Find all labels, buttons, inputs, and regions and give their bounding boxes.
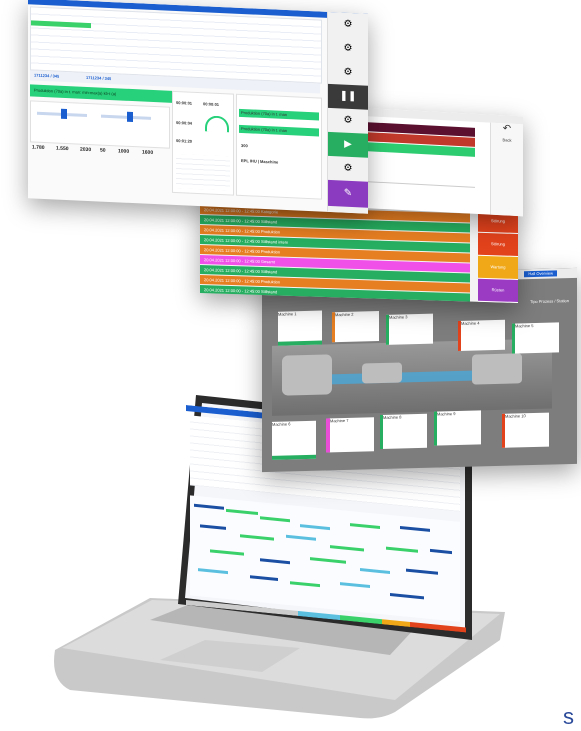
machine-card[interactable]: Machine 5 — [512, 322, 559, 354]
gantt-bar — [310, 557, 346, 564]
gantt-bar — [390, 593, 424, 600]
machine-card[interactable]: Machine 8 — [380, 413, 427, 450]
gantt-bar — [194, 503, 224, 510]
machine-block — [282, 354, 332, 396]
timer-value: 00:01:20 — [176, 138, 193, 144]
gantt-bar — [406, 568, 438, 575]
machine-card-label: Machine 6 — [272, 421, 291, 427]
gantt-bar — [290, 581, 320, 588]
stoerung-button-2[interactable]: Störung — [478, 232, 518, 256]
gantt-bar — [210, 549, 244, 556]
play-button[interactable]: ▶ — [328, 131, 368, 158]
gantt-bar — [200, 524, 226, 530]
stat-text: EPL IHU | Maschine — [241, 157, 279, 165]
pause-icon[interactable]: ❚❚ — [328, 83, 368, 110]
edit-button[interactable]: ✎ — [328, 179, 368, 208]
machine-card-label: Machine 4 — [461, 320, 480, 326]
machine-card-label: Machine 8 — [383, 414, 402, 420]
machine-card[interactable]: Machine 9 — [434, 410, 481, 446]
meter-value: 1600 — [142, 149, 154, 156]
slider-track[interactable] — [101, 114, 151, 120]
machine-card-label: Machine 7 — [330, 417, 349, 424]
gantt-bar — [340, 582, 370, 589]
meter-value: 50 — [100, 147, 106, 154]
gantt-bar — [198, 568, 228, 575]
gantt-bar — [330, 545, 364, 552]
laptop-gantt — [190, 495, 460, 622]
slider-thumb[interactable] — [127, 111, 133, 123]
meter-value: 1000 — [118, 148, 130, 155]
plant-legend: Tipo Prozess / Station — [530, 298, 569, 305]
status-banner: Produktion (70a) in t. man — [239, 124, 319, 137]
gantt-bar — [360, 568, 390, 575]
gantt-bar — [250, 575, 278, 582]
machine-card[interactable]: Machine 2 — [332, 311, 379, 343]
stat-value: 300 — [241, 142, 248, 149]
status-banner: Produktion (70a) in t. man — [239, 108, 319, 121]
machine-card[interactable]: Machine 1 — [278, 310, 322, 346]
gear-icon[interactable]: ⚙ — [328, 36, 368, 62]
factory-floor — [272, 338, 552, 416]
order-number-2: 1711234 / 345 — [86, 74, 112, 82]
back-label: Back — [502, 137, 512, 143]
meter-value: 1.550 — [56, 145, 69, 153]
meter-value: 1.780 — [32, 144, 45, 152]
machine-card[interactable]: Machine 10 — [502, 412, 549, 448]
timer-value: 00:00:04 — [176, 120, 193, 126]
event-side-buttons: Störung Störung Wartung Rüsten — [478, 209, 518, 303]
event-list-window: 20.04.2021 12:00:00 - 12:45:00 Kategorie… — [200, 201, 518, 303]
machine-card-label: Machine 10 — [505, 413, 526, 419]
machine-card-label: Machine 5 — [515, 323, 534, 329]
gauge-icon — [205, 115, 229, 133]
timeline-side: ↶ Back — [490, 122, 523, 217]
machine-card[interactable]: Machine 3 — [386, 313, 433, 345]
slider-panel — [30, 100, 170, 149]
settings-icon[interactable]: ⚙ — [328, 12, 368, 38]
event-rows: 20.04.2021 12:00:00 - 12:45:00 Kategorie… — [200, 205, 470, 303]
timer-panel: 00:00:01 00:00:01 00:00:04 00:01:20 — [172, 90, 234, 196]
product-collage: Hall Overview Tipo Prozess / Station Mac… — [0, 0, 581, 731]
gantt-bar — [400, 525, 430, 532]
timer-value: 00:00:01 — [176, 100, 193, 106]
gear-icon-2[interactable]: ⚙ — [328, 108, 368, 134]
gantt-bar — [300, 524, 330, 531]
gantt-bar — [260, 558, 290, 565]
dashboard-window: 1711234 / 345 1711234 / 345 Produktion (… — [28, 0, 368, 214]
selected-row[interactable] — [31, 20, 91, 29]
machine-card[interactable]: Machine 4 — [458, 319, 505, 351]
machine-block — [362, 362, 402, 384]
gantt-bar — [240, 534, 274, 541]
gantt-bar — [286, 534, 316, 541]
machine-card[interactable]: Machine 7 — [326, 417, 374, 453]
machine-card-label: Machine 9 — [437, 411, 456, 417]
slider-thumb[interactable] — [61, 108, 67, 120]
timer-value: 00:00:01 — [203, 101, 220, 107]
settings-icon-2[interactable]: ⚙ — [328, 60, 368, 86]
meter-value: 2030 — [80, 146, 92, 154]
gear-icon-3[interactable]: ⚙ — [328, 156, 368, 182]
gantt-bar — [430, 548, 452, 555]
gantt-bar — [226, 508, 258, 516]
machine-block — [472, 353, 522, 385]
mini-table — [176, 154, 230, 191]
machine-card-label: Machine 1 — [278, 311, 297, 317]
machine-card-label: Machine 3 — [389, 314, 408, 320]
order-number-1: 1711234 / 345 — [34, 72, 60, 79]
gantt-bar — [260, 516, 290, 523]
gantt-bar — [350, 523, 380, 530]
ruesten-button[interactable]: Rüsten — [478, 278, 518, 302]
dashboard-sidebar: ⚙ ⚙ ⚙ ❚❚ ⚙ ▶ ⚙ ✎ — [327, 11, 368, 214]
wartung-button[interactable]: Wartung — [478, 255, 518, 279]
machine-card-label: Machine 2 — [335, 311, 354, 318]
gantt-bar — [386, 546, 418, 553]
production-banner: Produktion (70a) in t. man: min-max(a) k… — [30, 84, 172, 103]
status-panel: Produktion (70a) in t. man Produktion (7… — [236, 93, 322, 200]
hall-overview-button[interactable]: Hall Overview — [524, 270, 557, 278]
machine-card[interactable]: Machine 6 — [272, 420, 316, 460]
